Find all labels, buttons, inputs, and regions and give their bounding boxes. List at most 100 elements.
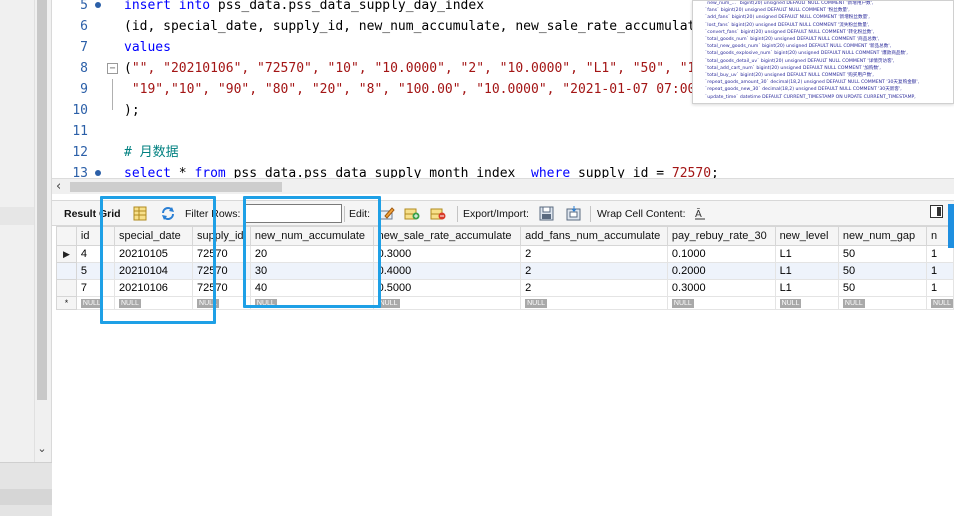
line-number: 11 [72,124,88,139]
line-number: 8 [80,61,88,76]
table-cell[interactable]: 1 [926,262,954,280]
table-cell[interactable]: 2 [520,262,668,280]
table-cell[interactable]: 2 [520,245,668,263]
table-cell[interactable]: NULL [838,296,928,310]
add-row-icon[interactable] [404,206,420,221]
table-cell[interactable]: 0.4000 [373,262,522,280]
null-badge: NULL [779,298,802,308]
table-cell[interactable]: NULL [775,296,839,310]
navigator-scroll-thumb[interactable] [37,0,47,400]
code-token: select [124,166,171,178]
code-line[interactable]: 13 select * from pss_data.pss_data_supply… [52,163,954,178]
edit-row-icon[interactable] [379,206,395,221]
svg-text:Ā: Ā [695,207,702,220]
line-number: 13 [72,166,88,178]
code-text[interactable]: "19","10", "90", "80", "20", "8", "100.0… [124,79,727,100]
table-cell[interactable]: 0.2000 [667,262,776,280]
table-cell[interactable]: 0.3000 [667,279,776,297]
toolbar-divider [457,206,458,222]
row-header[interactable] [56,262,77,280]
row-header[interactable]: ▶ [56,245,77,263]
table-cell[interactable]: 1 [926,245,954,263]
null-badge: NULL [671,298,694,308]
navigator-bottom-panel [0,462,52,516]
null-badge: NULL [931,298,953,308]
code-token: values [124,40,171,55]
table-cell[interactable]: 0.1000 [667,245,776,263]
code-token: (id, special_date, supply_id, new_num_ac… [124,19,766,34]
import-icon[interactable] [566,206,582,221]
editor-horizontal-scrollbar[interactable]: ‹ [52,178,954,194]
code-text[interactable]: select * from pss_data.pss_data_supply_m… [124,163,719,178]
code-line[interactable]: 12 # 月数据 [52,142,954,163]
code-token: 72570 [671,166,712,178]
toggle-side-panel-icon[interactable] [930,205,943,218]
table-cell[interactable]: 50 [838,279,928,297]
code-text[interactable]: # 月数据 [124,142,179,163]
line-number: 6 [80,19,88,34]
column-header[interactable]: new_sale_rate_accumulate [372,226,522,246]
delete-row-icon[interactable] [430,206,446,221]
table-cell[interactable]: L1 [775,245,839,263]
scroll-down-icon[interactable]: ⌄ [34,442,50,458]
navigator-panel: ⌄ [0,0,52,516]
editor-scroll-thumb[interactable] [70,182,282,192]
code-token: from [194,166,226,178]
table-cell[interactable]: L1 [775,279,839,297]
table-cell[interactable]: NULL [373,296,522,310]
code-token: pss_data.pss_data_supply_month_index [225,166,532,178]
navigator-bottom-bar [0,489,52,505]
fold-guide-line [112,79,113,100]
code-text[interactable]: ("", "20210106", "72570", "10", "10.0000… [124,58,758,79]
table-cell[interactable]: 50 [838,245,928,263]
line-number: 10 [72,103,88,118]
navigator-selected-row[interactable] [0,207,34,225]
row-header[interactable] [56,279,77,297]
code-text[interactable]: insert into pss_data.pss_data_supply_day… [124,0,484,16]
code-token: ; [711,166,719,178]
highlight-box-new-num-accumulate [243,196,381,308]
code-token: ( [124,61,132,76]
new-row-marker[interactable]: * [56,296,77,310]
column-header[interactable]: new_level [774,226,839,246]
table-cell[interactable]: 1 [926,279,954,297]
line-number: 7 [80,40,88,55]
table-cell[interactable]: 2 [520,279,668,297]
schema-tooltip-popup: `new_num_...` bigint(20) unsigned DEFAUL… [692,0,954,104]
table-cell[interactable]: NULL [926,296,954,310]
scroll-left-icon[interactable]: ‹ [56,179,61,194]
table-cell[interactable]: 0.3000 [373,245,522,263]
code-token: ); [124,103,140,118]
table-cell[interactable]: 50 [838,262,928,280]
export-icon[interactable] [539,206,555,221]
code-text[interactable]: values [124,37,171,58]
table-cell[interactable]: L1 [775,262,839,280]
line-number: 9 [80,82,88,97]
fold-guide-line [112,100,113,110]
side-panel-tab[interactable] [948,204,954,248]
code-text[interactable]: (id, special_date, supply_id, new_num_ac… [124,16,766,37]
code-token: * [170,166,195,178]
code-token: supply_id = [570,166,672,178]
column-header[interactable]: pay_rebuy_rate_30 [666,226,776,246]
code-token: "", "20210106", "72570", "10", "10.0000"… [131,61,758,76]
statement-marker-icon [95,170,101,176]
statement-marker-icon [95,2,101,8]
null-badge: NULL [525,298,547,308]
wrap-cell-label: Wrap Cell Content: [597,208,686,220]
wrap-text-icon[interactable]: Ā [693,206,709,221]
line-number: 12 [72,145,88,160]
code-token: insert into [124,0,211,13]
column-header[interactable]: add_fans_num_accumulate [520,226,668,246]
fold-toggle-icon[interactable]: − [107,63,118,74]
code-text[interactable]: ); [124,100,140,121]
workbench-window: ⌄ 5 insert into pss_data.pss_data_supply_… [0,0,954,516]
column-header[interactable]: new_num_gap [837,226,928,246]
schema-column-definition: `update_time` datetime DEFAULT CURRENT_T… [705,94,916,100]
table-cell[interactable]: 0.5000 [373,279,522,297]
table-cell[interactable]: NULL [520,296,668,310]
code-line[interactable]: 11 [52,121,954,142]
grid-corner[interactable] [56,226,77,246]
table-cell[interactable]: NULL [667,296,776,310]
code-token: # 月数据 [124,145,179,160]
